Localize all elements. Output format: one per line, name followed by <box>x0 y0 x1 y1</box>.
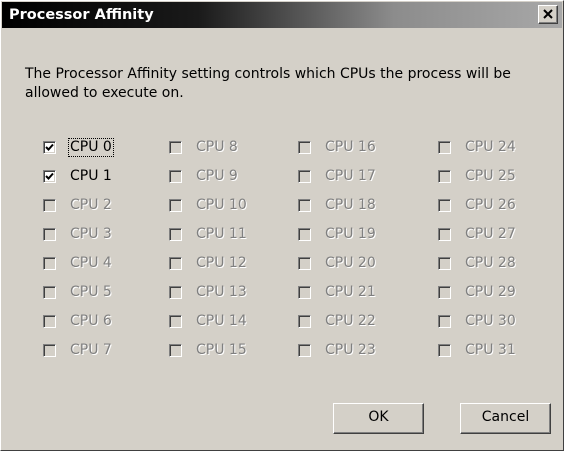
checkbox-box <box>43 199 56 212</box>
checkbox-box <box>169 141 182 154</box>
close-icon <box>543 9 553 19</box>
close-button[interactable] <box>538 5 558 24</box>
cpu-label: CPU 14 <box>196 313 247 329</box>
checkbox-box <box>438 141 451 154</box>
checkbox-box <box>43 315 56 328</box>
checkbox-box <box>43 257 56 270</box>
checkmark-icon <box>45 172 54 180</box>
checkbox-box <box>169 228 182 241</box>
cpu-label: CPU 8 <box>196 139 238 155</box>
cpu-label: CPU 30 <box>465 313 516 329</box>
checkbox-box <box>43 344 56 357</box>
checkbox-box <box>43 228 56 241</box>
cpu-label: CPU 23 <box>325 342 376 358</box>
cpu-label: CPU 28 <box>465 255 516 271</box>
checkbox-box <box>438 286 451 299</box>
cpu-label: CPU 13 <box>196 284 247 300</box>
cpu-label: CPU 22 <box>325 313 376 329</box>
processor-affinity-dialog: Processor Affinity The Processor Affinit… <box>0 0 564 451</box>
checkbox-box <box>169 315 182 328</box>
cpu-label[interactable]: CPU 0 <box>68 138 114 157</box>
checkbox-box <box>43 286 56 299</box>
checkmark-icon <box>45 143 54 151</box>
cpu-label: CPU 9 <box>196 168 238 184</box>
cpu-label: CPU 31 <box>465 342 516 358</box>
checkbox-box <box>169 344 182 357</box>
checkbox-box <box>298 141 311 154</box>
cpu-label: CPU 29 <box>465 284 516 300</box>
cpu-label: CPU 5 <box>70 284 112 300</box>
cpu-label: CPU 18 <box>325 197 376 213</box>
cpu-label: CPU 19 <box>325 226 376 242</box>
cpu-label: CPU 10 <box>196 197 247 213</box>
cpu-label: CPU 4 <box>70 255 112 271</box>
checkbox-box <box>438 344 451 357</box>
cpu-label: CPU 2 <box>70 197 112 213</box>
title-bar[interactable]: Processor Affinity <box>2 2 562 28</box>
cpu-label: CPU 24 <box>465 139 516 155</box>
checkbox-box <box>169 286 182 299</box>
checkbox-box <box>438 199 451 212</box>
checkbox-box <box>169 170 182 183</box>
cpu-label: CPU 15 <box>196 342 247 358</box>
cpu-label: CPU 7 <box>70 342 112 358</box>
cpu-label: CPU 3 <box>70 226 112 242</box>
cpu-label: CPU 11 <box>196 226 247 242</box>
cpu-label[interactable]: CPU 1 <box>70 168 112 185</box>
checkbox-box <box>298 170 311 183</box>
checkbox-box[interactable] <box>43 170 56 183</box>
checkbox-box <box>298 199 311 212</box>
cpu-label: CPU 26 <box>465 197 516 213</box>
checkbox-box[interactable] <box>43 141 56 154</box>
ok-button[interactable]: OK <box>333 403 424 434</box>
cpu-label: CPU 6 <box>70 313 112 329</box>
checkbox-box <box>169 199 182 212</box>
cpu-label: CPU 12 <box>196 255 247 271</box>
cpu-checkbox-grid: CPU 0 CPU 1 CPU 2 CPU 3 CPU 4 CPU 5 CPU 6 CPU 7… <box>43 138 563 380</box>
cpu-label: CPU 16 <box>325 139 376 155</box>
window-title: Processor Affinity <box>9 7 154 23</box>
checkbox-box <box>298 344 311 357</box>
cpu-label: CPU 17 <box>325 168 376 184</box>
checkbox-box <box>438 315 451 328</box>
cpu-label: CPU 25 <box>465 168 516 184</box>
checkbox-box <box>298 257 311 270</box>
checkbox-box <box>298 286 311 299</box>
cpu-label: CPU 21 <box>325 284 376 300</box>
cpu-label: CPU 27 <box>465 226 516 242</box>
checkbox-box <box>298 228 311 241</box>
checkbox-box <box>438 228 451 241</box>
checkbox-box <box>438 170 451 183</box>
description-text: The Processor Affinity setting controls … <box>25 66 511 101</box>
cancel-button[interactable]: Cancel <box>460 403 551 434</box>
checkbox-box <box>169 257 182 270</box>
cpu-label: CPU 20 <box>325 255 376 271</box>
checkbox-box <box>298 315 311 328</box>
checkbox-box <box>438 257 451 270</box>
